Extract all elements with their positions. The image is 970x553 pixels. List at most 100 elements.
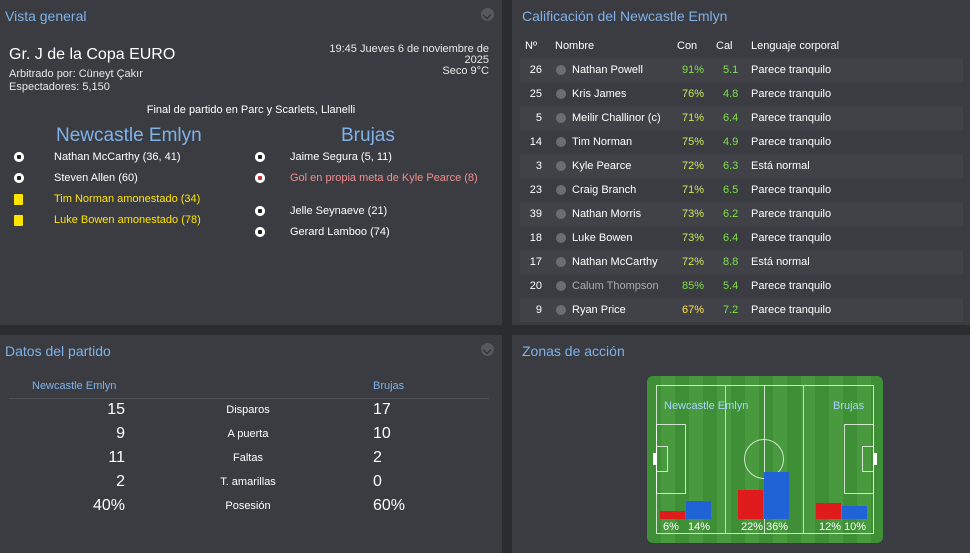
rating-row[interactable]: 39 Nathan Morris 73% 6.2 Parece tranquilo [520,202,963,226]
rating-row[interactable]: 14 Tim Norman 75% 4.9 Parece tranquilo [520,130,963,154]
match-datetime: 19:45 Jueves 6 de noviembre de 2025 Seco… [329,44,489,77]
info-icon[interactable] [556,65,566,75]
player-rating: 6.4 [723,232,739,244]
zone-away-pct: 10% [844,521,867,533]
info-icon[interactable] [556,89,566,99]
player-number: 3 [535,160,542,172]
zone-home-bar [660,511,685,519]
zone-away-bar [842,506,867,519]
goal-ball-icon [255,227,265,237]
player-name[interactable]: Ryan Price [572,298,626,322]
player-name[interactable]: Craig Branch [572,178,636,202]
info-icon[interactable] [556,257,566,267]
player-number: 26 [529,64,542,76]
zone-away-pct: 36% [766,521,789,533]
stat-row: 11 Faltas 2 [9,446,489,470]
info-icon[interactable] [556,305,566,315]
event-text: Tim Norman amonestado (34) [54,193,201,205]
player-name[interactable]: Nathan Morris [572,202,641,226]
left-goal-box [656,446,668,472]
stat-row: 9 A puerta 10 [9,422,489,446]
stat-home-value: 9 [116,425,125,442]
player-name[interactable]: Kyle Pearce [572,154,631,178]
stat-home-value: 15 [107,401,125,418]
col-header-body[interactable]: Lenguaje corporal [751,40,839,52]
competition-name[interactable]: Gr. J de la Copa EURO [9,46,175,64]
stats-away-team[interactable]: Brujas [373,380,404,392]
event-text: Gerard Lamboo (74) [290,226,390,238]
body-language: Parece tranquilo [751,304,832,316]
info-icon[interactable] [556,209,566,219]
player-name[interactable]: Tim Norman [572,130,632,154]
zone-away-bar [686,501,711,519]
rating-row[interactable]: 23 Craig Branch 71% 6.5 Parece tranquilo [520,178,963,202]
chevron-down-icon[interactable] [481,8,494,21]
rating-row[interactable]: 26 Nathan Powell 91% 5.1 Parece tranquilo [520,58,963,82]
player-condition: 73% [682,232,705,244]
player-name[interactable]: Meilir Challinor (c) [572,106,661,130]
player-name[interactable]: Luke Bowen [572,226,633,250]
player-rating: 5.1 [723,64,739,76]
event-text: Gol en propia meta de Kyle Pearce (8) [290,172,478,184]
player-condition: 75% [682,136,705,148]
player-name[interactable]: Nathan McCarthy [572,250,658,274]
col-header-cal[interactable]: Cal [716,40,733,52]
home-team-name[interactable]: Newcastle Emlyn [56,125,202,147]
info-icon[interactable] [556,113,566,123]
info-icon[interactable] [556,185,566,195]
info-icon[interactable] [556,137,566,147]
rating-row[interactable]: 17 Nathan McCarthy 72% 8.8 Está normal [520,250,963,274]
stats-title: Datos del partido [5,343,111,359]
stats-home-team[interactable]: Newcastle Emlyn [32,380,116,392]
info-icon[interactable] [556,233,566,243]
col-header-con[interactable]: Con [677,40,697,52]
player-number: 9 [535,304,542,316]
col-header-name[interactable]: Nombre [555,40,594,52]
rating-row[interactable]: 9 Ryan Price 67% 7.2 Parece tranquilo [520,298,963,322]
rating-row[interactable]: 18 Luke Bowen 73% 6.4 Parece tranquilo [520,226,963,250]
player-condition: 91% [682,64,705,76]
body-language: Parece tranquilo [751,208,832,220]
body-language: Parece tranquilo [751,88,832,100]
player-number: 20 [529,280,542,292]
stat-label: Disparos [226,404,270,416]
body-language: Parece tranquilo [751,136,832,148]
info-icon[interactable] [556,161,566,171]
info-icon[interactable] [556,281,566,291]
rating-row[interactable]: 20 Calum Thompson 85% 5.4 Parece tranquilo [520,274,963,298]
col-header-num[interactable]: Nº [525,40,537,52]
zone-home-pct: 12% [819,521,842,533]
stat-away-value: 2 [373,449,382,466]
player-name[interactable]: Calum Thompson [572,274,659,298]
body-language: Parece tranquilo [751,280,832,292]
zone-home-bar [816,503,841,519]
player-condition: 67% [682,304,705,316]
player-name[interactable]: Kris James [572,82,626,106]
result-text: Final de partido en Parc y Scarlets, Lla… [146,104,356,116]
ratings-title: Calificación del Newcastle Emlyn [522,8,728,24]
chevron-down-icon[interactable] [481,343,494,356]
player-number: 25 [529,88,542,100]
stat-row: 40% Posesión 60% [9,494,489,518]
player-condition: 85% [682,280,705,292]
player-rating: 4.9 [723,136,739,148]
body-language: Parece tranquilo [751,232,832,244]
player-condition: 72% [682,160,705,172]
body-language: Está normal [751,160,810,172]
player-condition: 76% [682,88,705,100]
rating-row[interactable]: 3 Kyle Pearce 72% 6.3 Está normal [520,154,963,178]
overview-title: Vista general [5,8,87,24]
away-team-name[interactable]: Brujas [341,125,395,147]
event-text: Jelle Seynaeve (21) [290,205,388,217]
player-name[interactable]: Nathan Powell [572,58,643,82]
player-rating: 7.2 [723,304,739,316]
rating-row[interactable]: 5 Meilir Challinor (c) 71% 6.4 Parece tranqu… [520,106,963,130]
stat-row: 2 T. amarillas 0 [9,470,489,494]
body-language: Parece tranquilo [751,112,832,124]
stat-home-value: 40% [92,497,125,514]
player-number: 5 [535,112,542,124]
body-language: Está normal [751,256,810,268]
stat-away-value: 17 [373,401,391,418]
stat-home-value: 2 [116,473,125,490]
rating-row[interactable]: 25 Kris James 76% 4.8 Parece tranquilo [520,82,963,106]
